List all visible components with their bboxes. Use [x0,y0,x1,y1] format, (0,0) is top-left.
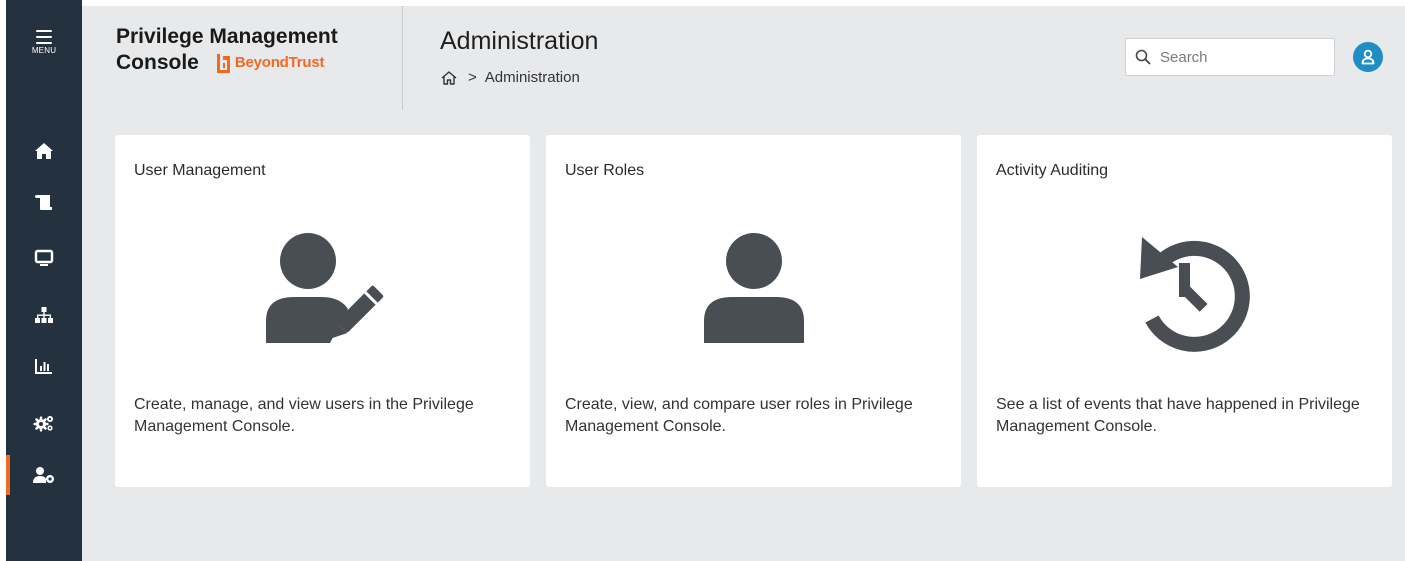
menu-label: MENU [31,46,57,55]
app-title: Privilege Management Console BeyondTrust [116,24,376,76]
sidebar: MENU [6,0,82,561]
card-user-management[interactable]: User Management Create, manage, and view… [115,135,530,487]
search-box[interactable] [1125,38,1335,76]
history-icon [1139,237,1250,352]
breadcrumb: > Administration [440,69,580,86]
sidebar-item-computers[interactable] [6,238,82,278]
gears-icon [33,416,53,432]
header-divider [402,6,403,110]
sidebar-item-home[interactable] [6,131,82,171]
sidebar-item-configuration[interactable] [6,403,82,443]
main-content: Privilege Management Console BeyondTrust… [82,0,1405,561]
breadcrumb-separator: > [468,69,477,86]
monitor-icon [34,249,54,266]
scroll-icon [35,195,52,210]
sidebar-item-administration[interactable] [6,455,82,495]
card-description: See a list of events that have happened … [996,396,1360,435]
sidebar-item-policies[interactable] [6,182,82,222]
card-user-roles[interactable]: User Roles Create, view, and compare use… [546,135,961,487]
menu-button[interactable]: MENU [6,24,82,68]
card-title: User Roles [565,162,645,179]
search-icon [1135,49,1151,65]
sidebar-item-groups[interactable] [6,295,82,335]
home-icon [35,143,53,159]
card-title: Activity Auditing [996,162,1109,179]
user-icon [1361,49,1375,65]
card-description: Create, manage, and view users in the Pr… [134,396,474,435]
card-description: Create, view, and compare user roles in … [565,396,913,435]
beyondtrust-logo: BeyondTrust [215,50,325,76]
app-title-line1: Privilege Management [116,25,338,48]
user-avatar-button[interactable] [1353,42,1383,72]
user-icon [703,233,804,343]
breadcrumb-current: Administration [484,69,580,86]
beyondtrust-logo-icon [216,54,230,73]
page-title: Administration [440,27,599,55]
app-title-line2: Console [116,51,199,74]
user-settings-icon [33,467,54,483]
search-input[interactable] [1158,47,1332,67]
home-outline-icon[interactable] [440,70,458,86]
hierarchy-icon [35,307,53,323]
card-activity-auditing[interactable]: Activity Auditing See a list of events t… [977,135,1392,487]
user-edit-icon [265,233,383,343]
brand-name: BeyondTrust [234,54,325,71]
hamburger-icon [36,30,52,44]
bar-chart-icon [35,359,52,374]
window-top-edge [82,0,1405,6]
sidebar-item-analytics[interactable] [6,346,82,386]
card-title: User Management [134,162,266,179]
